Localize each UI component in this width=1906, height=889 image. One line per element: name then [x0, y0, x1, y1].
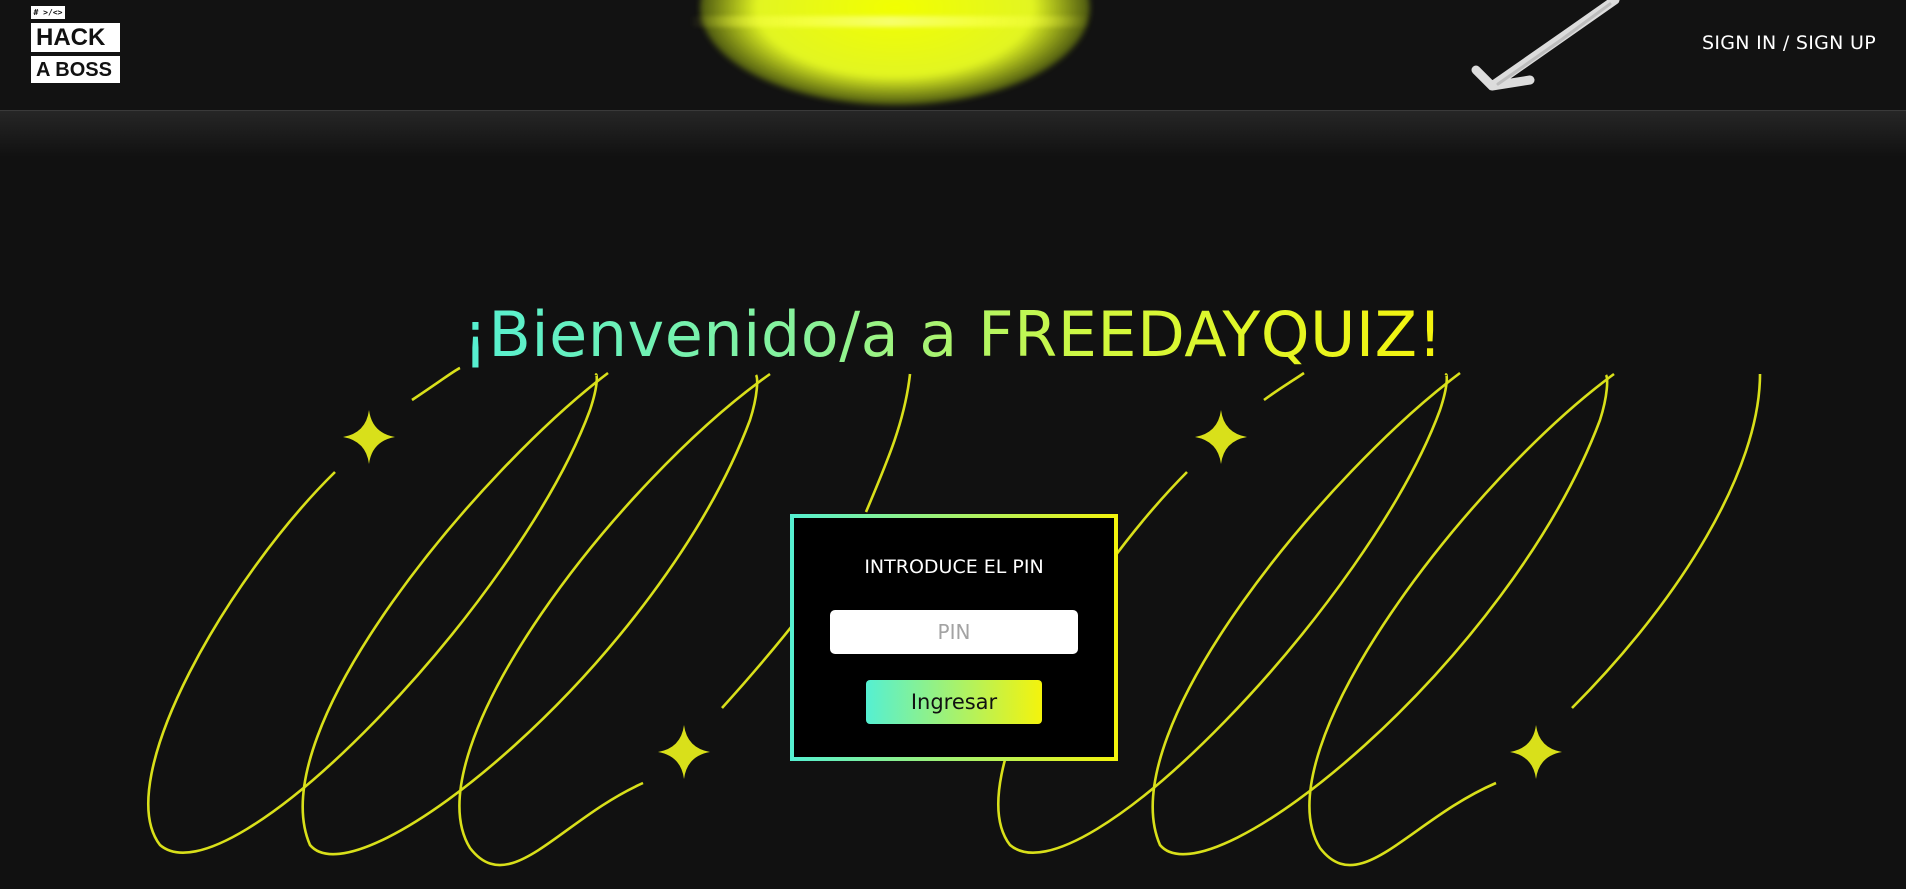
swirl-line — [411, 366, 461, 402]
welcome-heading-text: ¡Bienvenido/a a FREEDAYQUIZ! — [463, 298, 1443, 371]
sparkle-icon — [1195, 410, 1247, 464]
swirl-line — [1571, 373, 1762, 709]
pin-card-title: INTRODUCE EL PIN — [864, 556, 1044, 578]
pin-entry-card: INTRODUCE EL PIN Ingresar — [790, 514, 1118, 761]
submit-pin-button[interactable]: Ingresar — [866, 680, 1042, 724]
swirl-line — [1263, 371, 1305, 402]
sparkle-icon — [1510, 725, 1562, 779]
swirl-line — [1308, 372, 1615, 867]
sparkle-icon — [343, 410, 395, 464]
swirl-line — [864, 373, 912, 513]
pin-input[interactable] — [830, 610, 1078, 654]
welcome-heading: ¡Bienvenido/a a FREEDAYQUIZ! — [0, 298, 1906, 371]
pin-entry-card-body: INTRODUCE EL PIN Ingresar — [794, 518, 1114, 757]
sparkle-icon — [658, 725, 710, 779]
swirl-line — [458, 372, 771, 867]
